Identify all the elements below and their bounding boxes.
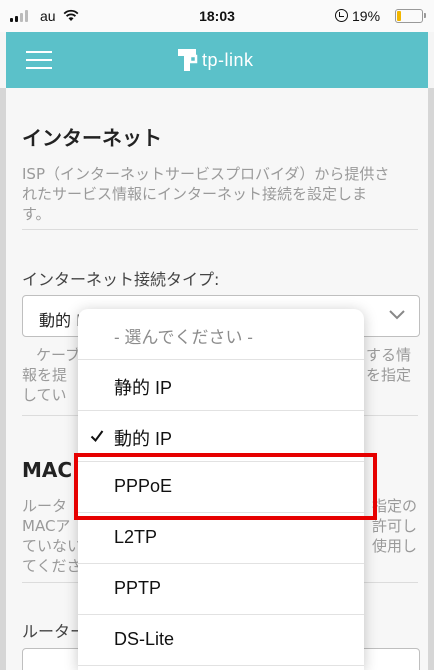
- connection-hint-fragment: する情: [366, 346, 412, 364]
- orientation-lock-icon: [335, 9, 348, 22]
- option-label: PPTP: [114, 578, 162, 598]
- dropdown-option-pptp[interactable]: PPTP: [78, 564, 364, 615]
- option-label: 動的 IP: [114, 429, 173, 449]
- mac-description-fragment: 指定の: [372, 497, 418, 515]
- divider: [22, 229, 418, 230]
- logo-text: tp-link: [202, 49, 254, 70]
- internet-description-line-2: れたサービス情報にインターネット接続を設定しま: [22, 185, 368, 203]
- battery-percentage: 19%: [352, 8, 381, 24]
- status-bar: au 18:03 19%: [0, 0, 434, 32]
- connection-hint-fragment: 報を提: [22, 366, 68, 384]
- battery-icon: [395, 9, 426, 23]
- internet-section-title: インターネット: [22, 126, 162, 150]
- internet-description-line-3: す。: [22, 205, 51, 223]
- mac-section-title: MAC: [22, 458, 73, 482]
- mac-description-fragment: てくださ: [22, 557, 82, 575]
- mac-description-fragment: MACア: [22, 517, 71, 535]
- option-label: L2TP: [114, 527, 158, 547]
- internet-description-line-1: ISP（インターネットサービスプロバイダ）から提供さ: [22, 165, 390, 183]
- option-label: PPPoE: [114, 476, 173, 496]
- dropdown-option-static-ip[interactable]: 静的 IP: [78, 360, 364, 411]
- dropdown-option-l2tp[interactable]: L2TP: [78, 513, 364, 564]
- connection-hint-fragment: ケーブ: [36, 346, 81, 364]
- mac-description-fragment: ていない: [22, 537, 83, 555]
- connection-hint-fragment: を指定: [366, 366, 412, 384]
- chevron-down-icon: [389, 310, 405, 320]
- tp-link-logo-icon: [178, 49, 198, 71]
- checkmark-icon: [90, 430, 104, 443]
- dropdown-option-placeholder[interactable]: - 選んでください -: [78, 309, 364, 360]
- right-gutter: [428, 88, 434, 670]
- option-label: - 選んでください -: [114, 328, 253, 347]
- dropdown-option-pppoe[interactable]: PPPoE: [78, 462, 364, 513]
- connection-type-label: インターネット接続タイプ:: [22, 270, 220, 289]
- connection-hint-fragment: してい: [22, 386, 67, 404]
- mac-description-fragment: 許可し: [372, 517, 418, 535]
- connection-type-dropdown: - 選んでください - 静的 IP 動的 IP PPPoE L2TP PPTP …: [78, 309, 364, 670]
- option-label: DS-Lite: [114, 629, 175, 649]
- option-label: 静的 IP: [114, 378, 173, 398]
- router-label: ルーター: [22, 622, 87, 641]
- mac-description-fragment: 使用し: [372, 537, 418, 555]
- tp-link-logo: tp-link: [176, 44, 254, 76]
- app-header: tp-link: [6, 32, 428, 88]
- dropdown-option-ds-lite[interactable]: DS-Lite: [78, 615, 364, 666]
- hamburger-menu-icon[interactable]: [26, 49, 52, 71]
- mac-description-fragment: ルータ: [22, 497, 68, 515]
- dropdown-option-dynamic-ip[interactable]: 動的 IP: [78, 411, 364, 462]
